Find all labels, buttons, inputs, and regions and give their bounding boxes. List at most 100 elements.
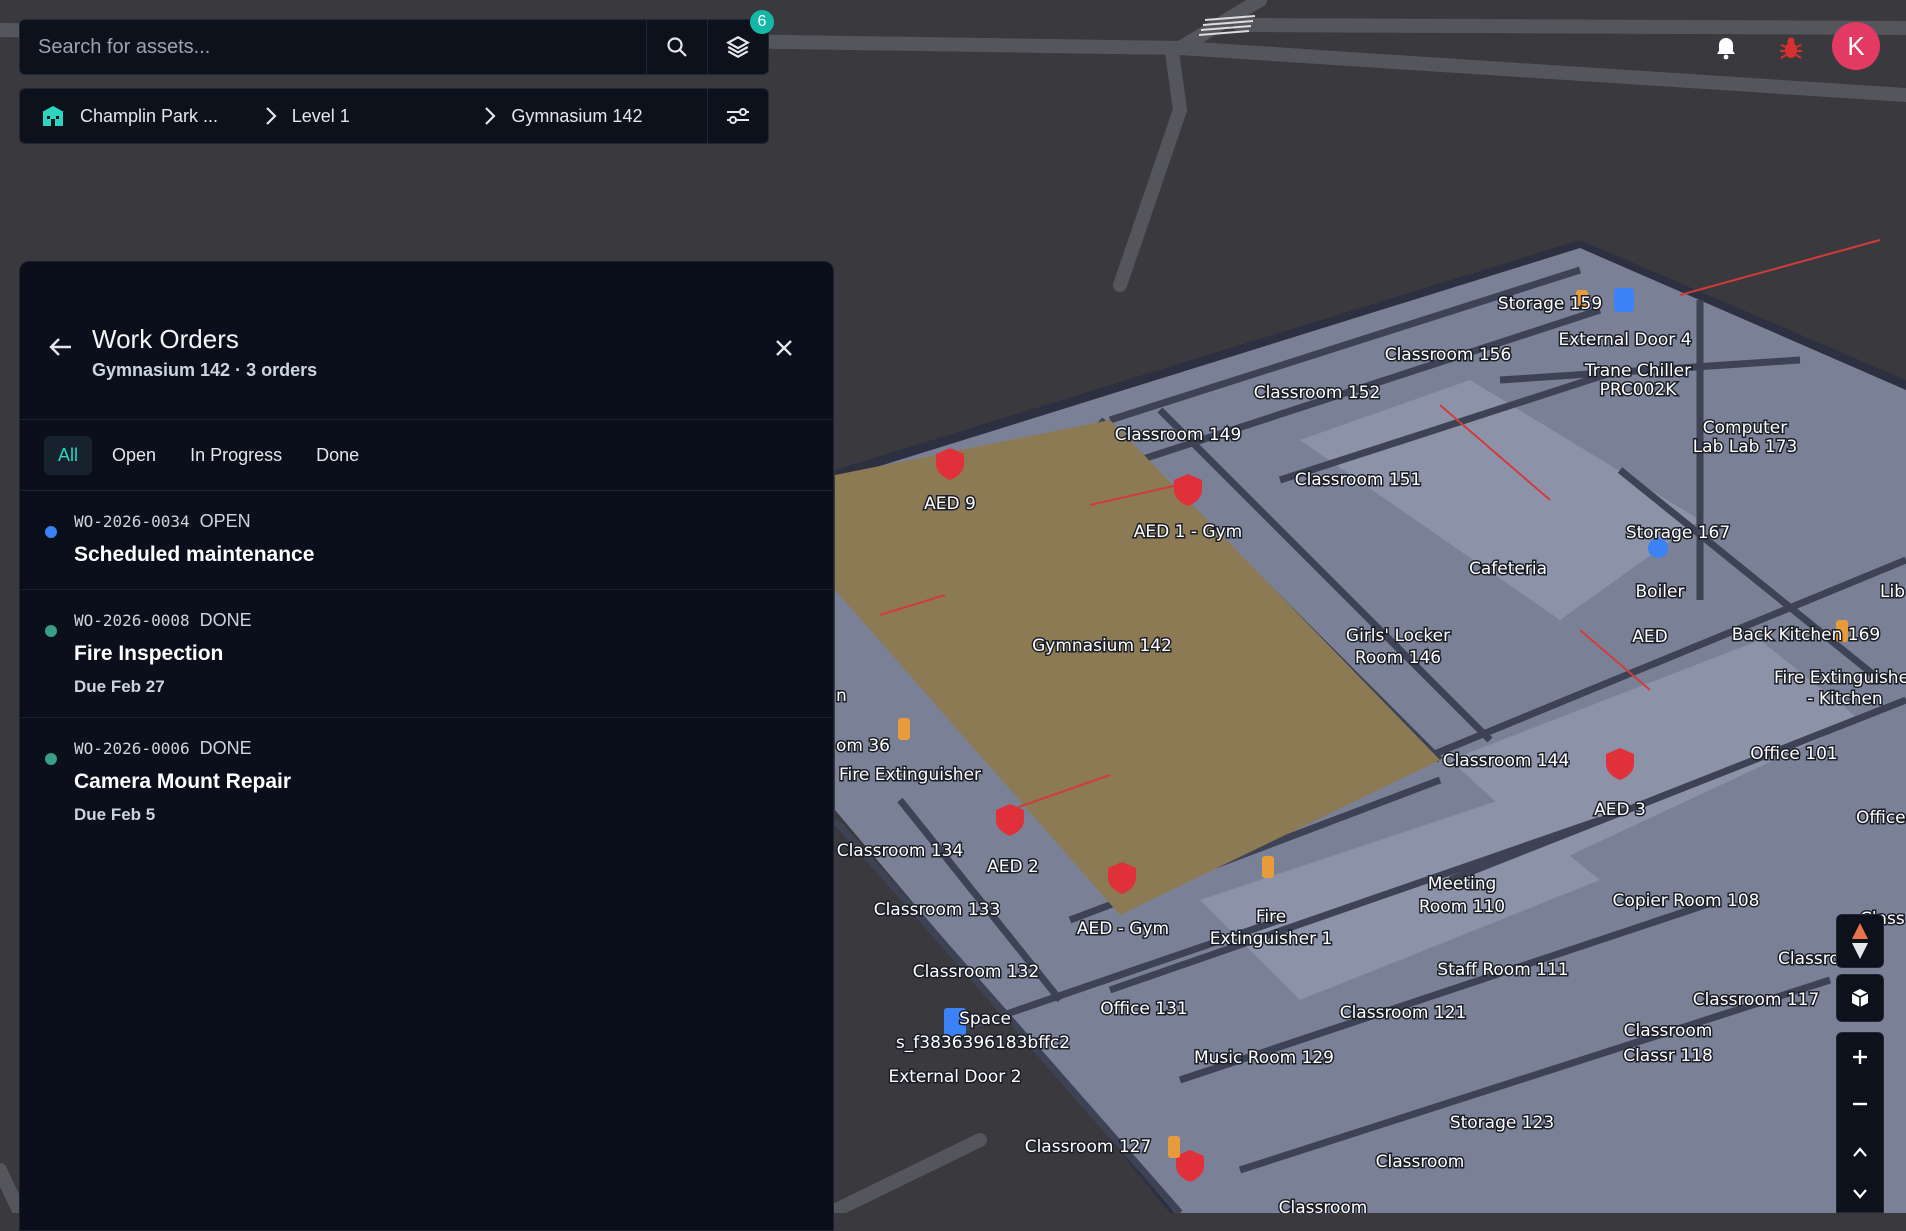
floor-down-button[interactable]	[1837, 1175, 1883, 1212]
svg-text:Music Room 129: Music Room 129	[1194, 1048, 1334, 1068]
zoom-in-button[interactable]	[1837, 1033, 1883, 1080]
svg-text:Staff Room 111: Staff Room 111	[1437, 960, 1568, 980]
svg-text:AED 9: AED 9	[924, 494, 976, 514]
svg-text:Classroom 134: Classroom 134	[837, 841, 964, 861]
compass-icon	[1852, 923, 1868, 959]
breadcrumb-building[interactable]: Champlin Park ...	[40, 104, 240, 128]
fire-extinguisher-icon	[1262, 856, 1274, 878]
svg-text:Girls' Locker: Girls' Locker	[1346, 626, 1450, 646]
compass-button[interactable]	[1836, 914, 1884, 968]
status-filter-tabs: All Open In Progress Done	[20, 420, 833, 491]
chevron-right-icon	[485, 107, 496, 125]
svg-text:s_f3836396183bffc2: s_f3836396183bffc2	[896, 1033, 1070, 1053]
svg-text:Fire Extinguisher: Fire Extinguisher	[1774, 668, 1906, 688]
filter-settings-button[interactable]	[707, 89, 768, 143]
svg-text:Storage 123: Storage 123	[1450, 1113, 1554, 1133]
fire-extinguisher-icon	[1168, 1136, 1180, 1158]
building-icon	[42, 106, 64, 126]
notifications-button[interactable]	[1712, 34, 1740, 62]
svg-text:Fire: Fire	[1256, 907, 1286, 927]
svg-text:Storage 159: Storage 159	[1498, 294, 1602, 314]
work-order-item[interactable]: WO-2026-0008 DONE Fire Inspection Due Feb…	[20, 590, 833, 718]
svg-text:Extinguisher 1: Extinguisher 1	[1210, 929, 1333, 949]
breadcrumb-level[interactable]: Level 1	[292, 106, 470, 127]
zoom-out-button[interactable]	[1837, 1080, 1883, 1127]
svg-text:Classroom: Classroom	[1279, 1198, 1368, 1213]
fire-extinguisher-icon	[898, 718, 910, 740]
work-order-status: OPEN	[199, 511, 251, 531]
svg-text:Back Kitchen 169: Back Kitchen 169	[1732, 625, 1880, 645]
svg-text:Classroom 127: Classroom 127	[1025, 1137, 1152, 1157]
status-dot	[45, 625, 57, 637]
svg-text:Boiler: Boiler	[1636, 582, 1685, 602]
bell-icon	[1717, 38, 1735, 60]
tab-in-progress[interactable]: In Progress	[176, 436, 296, 475]
work-orders-panel: Work Orders Gymnasium 142 · 3 orders All…	[19, 261, 834, 1231]
tab-done[interactable]: Done	[302, 436, 373, 475]
tab-open[interactable]: Open	[98, 436, 170, 475]
label-gymnasium: Gymnasium 142	[1032, 636, 1172, 656]
svg-text:- Kitchen: - Kitchen	[1807, 689, 1882, 709]
layers-button[interactable]: 6	[707, 10, 774, 74]
breadcrumb-building-label: Champlin Park ...	[80, 105, 219, 126]
3d-view-button[interactable]	[1836, 974, 1884, 1022]
svg-text:Classroom 149: Classroom 149	[1115, 425, 1242, 445]
close-button[interactable]	[770, 334, 798, 362]
svg-text:Classroom 117: Classroom 117	[1693, 990, 1820, 1010]
svg-text:Classroom: Classroom	[1624, 1021, 1713, 1041]
breadcrumb-room[interactable]: Gymnasium 142	[511, 106, 707, 127]
work-order-status: DONE	[199, 738, 252, 758]
user-avatar[interactable]: K	[1832, 22, 1880, 70]
tab-all[interactable]: All	[44, 435, 93, 475]
work-order-code: WO-2026-0034	[74, 512, 190, 531]
status-dot	[45, 526, 57, 538]
breadcrumb-level-label: Level 1	[291, 105, 350, 126]
svg-text:Office 10: Office 10	[1856, 808, 1906, 828]
svg-text:AED 3: AED 3	[1594, 800, 1646, 820]
work-order-code: WO-2026-0008	[74, 611, 190, 630]
floor-up-button[interactable]	[1837, 1128, 1883, 1175]
status-dot	[45, 753, 57, 765]
svg-text:Classroom 144: Classroom 144	[1443, 751, 1570, 771]
plus-icon	[1853, 1049, 1867, 1064]
work-order-code: WO-2026-0006	[74, 739, 190, 758]
svg-text:PRC002K: PRC002K	[1600, 380, 1678, 400]
back-button[interactable]	[46, 332, 76, 362]
svg-text:Classroom 132: Classroom 132	[913, 962, 1040, 982]
svg-text:Classroom 121: Classroom 121	[1340, 1003, 1467, 1023]
svg-text:External Door 2: External Door 2	[888, 1067, 1021, 1087]
chevron-right-icon	[265, 107, 277, 125]
work-order-title: Fire Inspection	[74, 642, 224, 665]
close-icon	[776, 340, 792, 356]
svg-text:External Door 4: External Door 4	[1558, 330, 1691, 350]
svg-text:AED - Gym: AED - Gym	[1077, 919, 1169, 939]
work-order-title: Camera Mount Repair	[74, 770, 292, 793]
svg-text:n: n	[836, 686, 847, 706]
svg-text:Classr 118: Classr 118	[1623, 1046, 1713, 1066]
svg-text:om 36: om 36	[836, 736, 890, 756]
svg-text:Lab Lab 173: Lab Lab 173	[1693, 437, 1798, 457]
svg-text:Office 101: Office 101	[1750, 744, 1837, 764]
svg-text:Classroom 133: Classroom 133	[874, 900, 1001, 920]
search-bar: 6	[19, 10, 774, 75]
svg-text:Storage 167: Storage 167	[1626, 523, 1730, 543]
search-button[interactable]	[646, 20, 707, 74]
minus-icon	[1853, 1103, 1867, 1106]
svg-text:Office 131: Office 131	[1100, 999, 1187, 1019]
bug-report-button[interactable]	[1776, 34, 1806, 62]
breadcrumb: Champlin Park ... Level 1 Gymnasium 142	[19, 88, 769, 144]
layers-count-badge: 6	[750, 10, 774, 34]
svg-text:Classroom 152: Classroom 152	[1254, 383, 1381, 403]
work-order-item[interactable]: WO-2026-0034 OPEN Scheduled maintenance	[20, 491, 833, 590]
search-icon	[667, 37, 687, 57]
search-input[interactable]	[20, 20, 646, 74]
bug-icon	[1780, 37, 1802, 59]
sliders-icon	[727, 108, 750, 124]
work-order-due: Due Feb 27	[74, 677, 165, 696]
svg-text:Fire Extinguisher: Fire Extinguisher	[839, 765, 981, 785]
chevron-down-icon	[1853, 1188, 1867, 1199]
work-order-item[interactable]: WO-2026-0006 DONE Camera Mount Repair Due…	[20, 718, 833, 846]
work-order-due: Due Feb 5	[74, 805, 156, 824]
svg-text:Meeting: Meeting	[1428, 874, 1497, 894]
zoom-controls	[1836, 1032, 1884, 1213]
